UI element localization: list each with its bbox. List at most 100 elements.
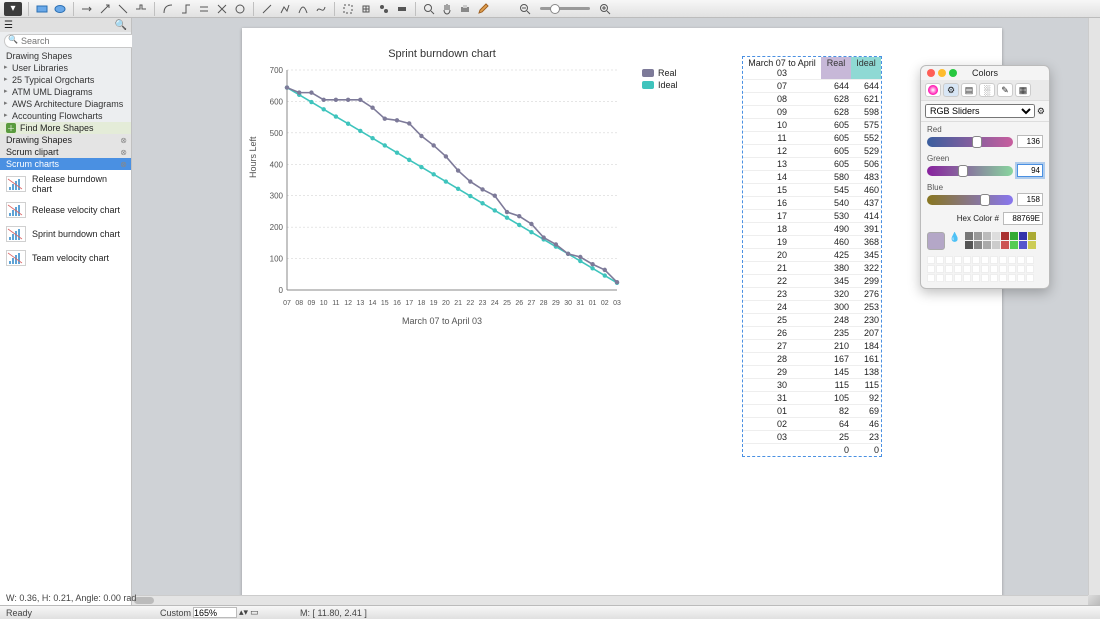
blue-value[interactable] xyxy=(1017,193,1043,206)
green-slider[interactable] xyxy=(927,166,1013,176)
table-row[interactable]: 29145138 xyxy=(743,365,881,378)
wheel-mode-icon[interactable] xyxy=(925,83,941,97)
table-row[interactable]: 20425345 xyxy=(743,248,881,261)
colors-titlebar[interactable]: Colors xyxy=(921,66,1049,80)
hex-value[interactable] xyxy=(1003,212,1043,225)
table-row[interactable]: 23320276 xyxy=(743,287,881,300)
arrow3-icon[interactable] xyxy=(116,2,130,16)
blue-slider[interactable] xyxy=(927,195,1013,205)
node1-icon[interactable] xyxy=(341,2,355,16)
zoom-out-icon[interactable] xyxy=(518,2,532,16)
table-row[interactable]: 22345299 xyxy=(743,274,881,287)
node2-icon[interactable] xyxy=(359,2,373,16)
table-row[interactable]: 14580483 xyxy=(743,170,881,183)
find-more-shapes[interactable]: ＋ Find More Shapes xyxy=(0,122,131,134)
empty-swatch[interactable] xyxy=(999,256,1007,264)
spectrum-mode-icon[interactable]: ░ xyxy=(979,83,995,97)
draw2-icon[interactable] xyxy=(278,2,292,16)
swatch[interactable] xyxy=(1019,232,1027,240)
table-row[interactable]: 15545460 xyxy=(743,183,881,196)
swatch[interactable] xyxy=(992,232,1000,240)
empty-swatch[interactable] xyxy=(927,274,935,282)
cat-user-libraries[interactable]: User Libraries xyxy=(0,62,131,74)
cat-drawing-shapes[interactable]: Drawing Shapes xyxy=(0,50,131,62)
sliders-mode-icon[interactable]: ⚙ xyxy=(943,83,959,97)
empty-swatch[interactable] xyxy=(963,265,971,273)
empty-swatch[interactable] xyxy=(927,256,935,264)
table-row[interactable]: 07644644 xyxy=(743,79,881,92)
shape-item[interactable]: Release burndown chart xyxy=(0,170,131,198)
table-row[interactable]: 12605529 xyxy=(743,144,881,157)
swatch[interactable] xyxy=(965,232,973,240)
empty-swatch[interactable] xyxy=(1008,265,1016,273)
swatch[interactable] xyxy=(1001,241,1009,249)
empty-swatch[interactable] xyxy=(954,256,962,264)
draw1-icon[interactable] xyxy=(260,2,274,16)
empty-swatch[interactable] xyxy=(954,265,962,273)
empty-swatch[interactable] xyxy=(981,274,989,282)
node4-icon[interactable] xyxy=(395,2,409,16)
patterns-mode-icon[interactable]: ▦ xyxy=(1015,83,1031,97)
empty-swatch[interactable] xyxy=(1017,274,1025,282)
arrow2-icon[interactable] xyxy=(98,2,112,16)
resize-corner[interactable] xyxy=(1088,595,1100,605)
table-row[interactable]: 18490391 xyxy=(743,222,881,235)
swatch[interactable] xyxy=(974,241,982,249)
table-row[interactable]: 30115115 xyxy=(743,378,881,391)
sidebar-section[interactable]: Scrum clipart⊗ xyxy=(0,146,131,158)
conn2-icon[interactable] xyxy=(179,2,193,16)
eyedropper-icon[interactable]: 💧 xyxy=(949,232,961,244)
arrow4-icon[interactable] xyxy=(134,2,148,16)
swatch[interactable] xyxy=(1019,241,1027,249)
swatch[interactable] xyxy=(983,241,991,249)
shape-item[interactable]: Team velocity chart xyxy=(0,246,131,270)
table-row[interactable]: 17530414 xyxy=(743,209,881,222)
empty-swatch[interactable] xyxy=(945,265,953,273)
canvas-page[interactable]: Sprint burndown chart Hours Left 0100200… xyxy=(242,28,1002,605)
current-color-swatch[interactable] xyxy=(927,232,945,250)
empty-swatch[interactable] xyxy=(990,256,998,264)
cat-accounting[interactable]: Accounting Flowcharts xyxy=(0,110,131,122)
gear-icon[interactable]: ⚙ xyxy=(1037,106,1045,117)
table-row[interactable]: 00 xyxy=(743,443,881,456)
empty-swatch[interactable] xyxy=(999,265,1007,273)
table-row[interactable]: 3110592 xyxy=(743,391,881,404)
hand-tool-icon[interactable] xyxy=(440,2,454,16)
table-row[interactable]: 16540437 xyxy=(743,196,881,209)
close-icon[interactable]: ⊗ xyxy=(120,148,127,157)
swatch[interactable] xyxy=(992,241,1000,249)
table-row[interactable]: 09628598 xyxy=(743,105,881,118)
ruler-icon[interactable]: ▭ xyxy=(250,607,259,618)
minimize-icon[interactable] xyxy=(938,69,946,77)
menu-button[interactable]: ▾ xyxy=(4,2,22,16)
conn4-icon[interactable] xyxy=(215,2,229,16)
shape-item[interactable]: Release velocity chart xyxy=(0,198,131,222)
cat-aws[interactable]: AWS Architecture Diagrams xyxy=(0,98,131,110)
zoom-slider[interactable] xyxy=(540,7,590,10)
node3-icon[interactable] xyxy=(377,2,391,16)
swatch[interactable] xyxy=(1010,232,1018,240)
empty-swatch[interactable] xyxy=(1026,256,1034,264)
empty-swatch[interactable] xyxy=(945,256,953,264)
cat-atm-uml[interactable]: ATM UML Diagrams xyxy=(0,86,131,98)
colors-panel[interactable]: Colors ⚙ ▤ ░ ✎ ▦ RGB Sliders ⚙ Red Green… xyxy=(920,65,1050,289)
draw3-icon[interactable] xyxy=(296,2,310,16)
arrow1-icon[interactable] xyxy=(80,2,94,16)
green-value[interactable] xyxy=(1017,164,1043,177)
empty-swatch[interactable] xyxy=(999,274,1007,282)
empty-swatch[interactable] xyxy=(963,256,971,264)
table-row[interactable]: 21380322 xyxy=(743,261,881,274)
empty-swatch[interactable] xyxy=(1008,256,1016,264)
draw4-icon[interactable] xyxy=(314,2,328,16)
table-row[interactable]: 018269 xyxy=(743,404,881,417)
empty-swatch[interactable] xyxy=(1026,265,1034,273)
empty-swatch[interactable] xyxy=(972,274,980,282)
conn5-icon[interactable] xyxy=(233,2,247,16)
empty-swatch[interactable] xyxy=(981,265,989,273)
empty-swatch[interactable] xyxy=(945,274,953,282)
close-icon[interactable]: ⊗ xyxy=(120,136,127,145)
swatch[interactable] xyxy=(1001,232,1009,240)
preset-swatch-grid[interactable] xyxy=(965,232,1036,250)
empty-swatch[interactable] xyxy=(963,274,971,282)
empty-swatch[interactable] xyxy=(1017,256,1025,264)
